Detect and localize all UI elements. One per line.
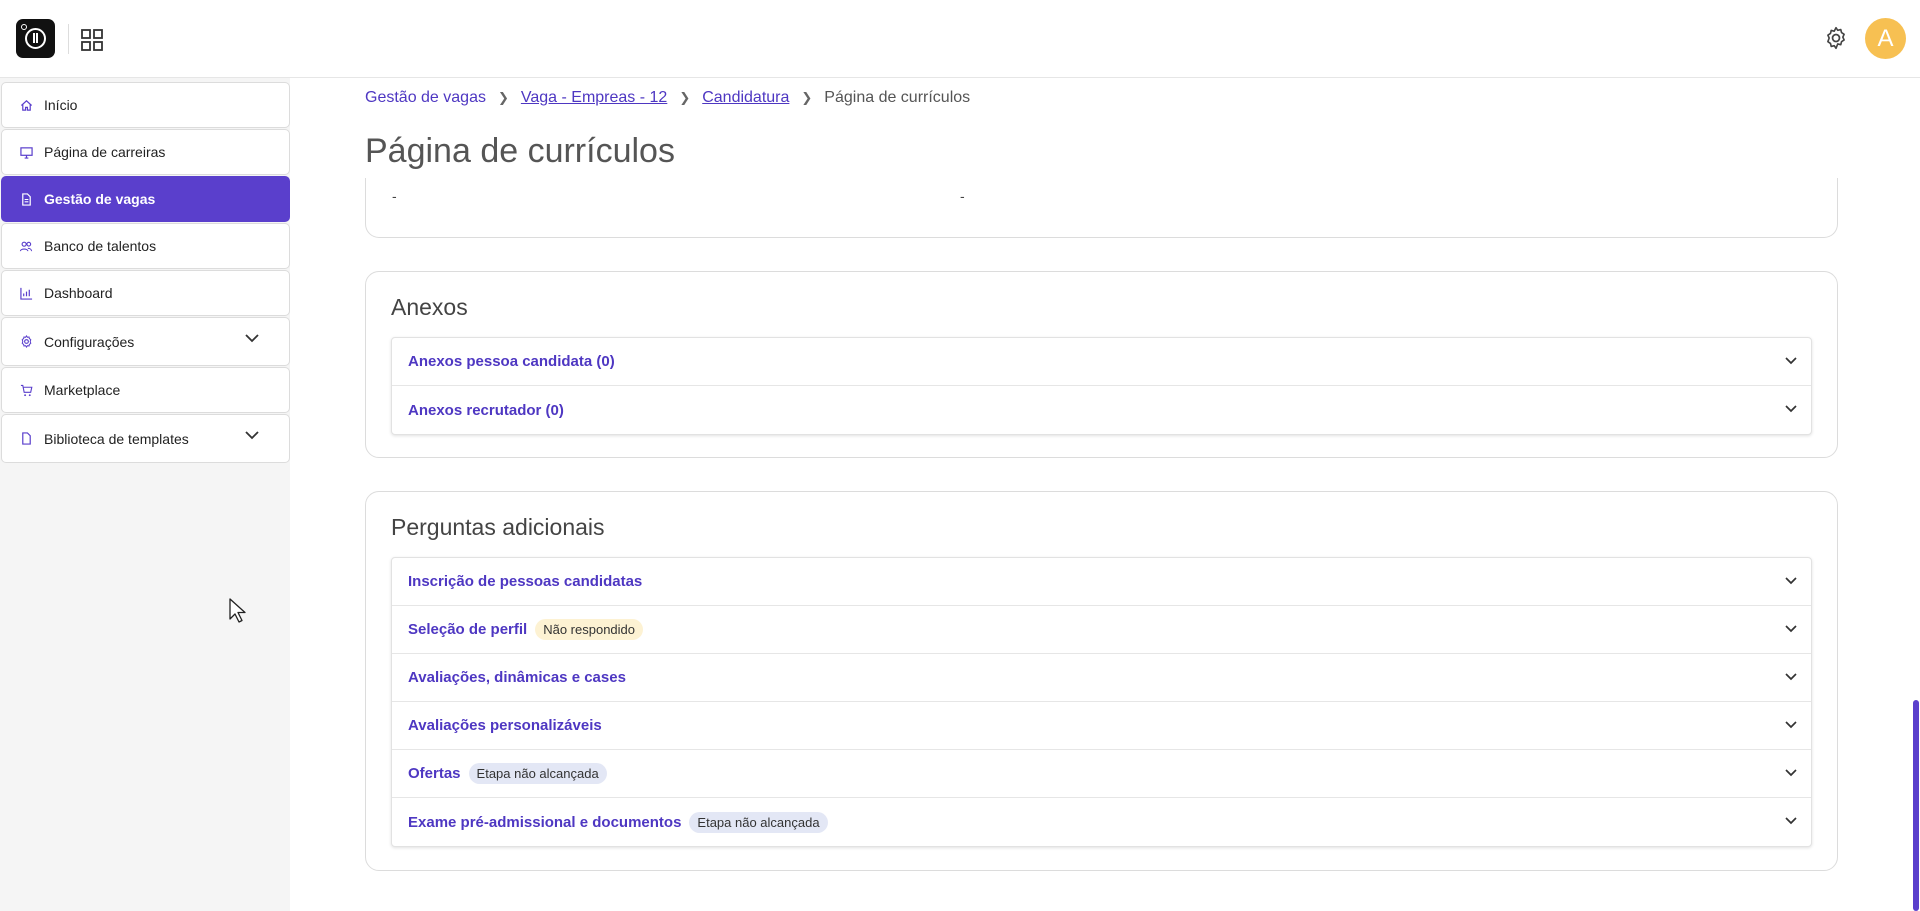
- breadcrumb-link-vaga[interactable]: Vaga - Empreas - 12: [521, 89, 667, 107]
- accordion-label: Seleção de perfil: [408, 621, 528, 638]
- accordion-label: Anexos recrutador (0): [408, 401, 564, 419]
- chevron-down-icon: [1785, 673, 1797, 681]
- breadcrumb-current: Página de currículos: [824, 89, 971, 106]
- chevron-down-icon: [1785, 577, 1797, 585]
- sidebar-item-label: Página de carreiras: [44, 144, 166, 160]
- chevron-down-icon: [1785, 817, 1797, 825]
- sidebar-item-configuracoes[interactable]: Configurações: [1, 317, 290, 366]
- gear-icon: [19, 335, 33, 349]
- sidebar-item-marketplace[interactable]: Marketplace: [1, 367, 290, 413]
- chevron-down-icon: [1785, 769, 1797, 777]
- page-scrollbar-thumb[interactable]: [1913, 700, 1919, 911]
- accordion-inscricao[interactable]: Inscrição de pessoas candidatas: [392, 558, 1811, 606]
- anexos-card: Anexos Anexos pessoa candidata (0) Anexo…: [365, 271, 1838, 458]
- sidebar-item-label: Configurações: [44, 333, 135, 350]
- perguntas-card: Perguntas adicionais Inscrição de pessoa…: [365, 491, 1838, 871]
- accordion-anexos-recrutador[interactable]: Anexos recrutador (0): [392, 386, 1811, 434]
- sidebar: Início Página de carreiras Gestão de vag…: [0, 78, 290, 911]
- accordion-anexos-candidata[interactable]: Anexos pessoa candidata (0): [392, 338, 1811, 386]
- accordion-label: Avaliações personalizáveis: [408, 717, 602, 734]
- chevron-down-icon: [1785, 357, 1797, 365]
- anexos-accordion: Anexos pessoa candidata (0) Anexos recru…: [391, 337, 1812, 435]
- info-value-left: -: [392, 188, 397, 204]
- sidebar-item-label: Banco de talentos: [44, 238, 157, 254]
- status-badge: Etapa não alcançada: [689, 811, 828, 833]
- file-icon: [19, 432, 33, 446]
- accordion-label: Ofertas: [408, 765, 461, 782]
- accordion-label: Exame pré-admissional e documentos: [408, 813, 682, 831]
- info-card: - -: [365, 178, 1838, 238]
- monitor-icon: [19, 145, 33, 159]
- chevron-down-icon: [1785, 405, 1797, 413]
- chart-icon: [19, 286, 33, 300]
- accordion-selecao-perfil[interactable]: Seleção de perfil Não respondido: [392, 606, 1811, 654]
- accordion-ofertas[interactable]: Ofertas Etapa não alcançada: [392, 750, 1811, 798]
- accordion-avaliacoes-personalizaveis[interactable]: Avaliações personalizáveis: [392, 702, 1811, 750]
- cart-icon: [19, 383, 33, 397]
- top-bar: A: [0, 0, 1920, 78]
- sidebar-item-label: Início: [44, 97, 78, 113]
- sidebar-item-dashboard[interactable]: Dashboard: [1, 270, 290, 316]
- anexos-title: Anexos: [391, 294, 468, 320]
- accordion-label: Avaliações, dinâmicas e cases: [408, 669, 626, 686]
- home-icon: [19, 98, 33, 112]
- chevron-down-icon[interactable]: [245, 334, 259, 343]
- accordion-label: Inscrição de pessoas candidatas: [408, 573, 643, 590]
- accordion-avaliacoes-dinamicas[interactable]: Avaliações, dinâmicas e cases: [392, 654, 1811, 702]
- settings-gear-icon[interactable]: [1823, 25, 1849, 51]
- main-content: Gestão de vagas ❯ Vaga - Empreas - 12 ❯ …: [290, 78, 1920, 911]
- breadcrumb: Gestão de vagas ❯ Vaga - Empreas - 12 ❯ …: [365, 89, 970, 107]
- mouse-cursor-icon: [229, 598, 246, 623]
- sidebar-item-biblioteca-templates[interactable]: Biblioteca de templates: [1, 414, 290, 463]
- sidebar-item-label: Marketplace: [44, 382, 121, 398]
- sidebar-item-label: Biblioteca de templates: [44, 430, 189, 447]
- document-icon: [19, 192, 33, 206]
- user-avatar[interactable]: A: [1865, 18, 1906, 59]
- apps-grid-icon[interactable]: [81, 29, 103, 51]
- perguntas-accordion: Inscrição de pessoas candidatas Seleção …: [391, 557, 1812, 847]
- sidebar-item-gestao-vagas[interactable]: Gestão de vagas: [1, 176, 290, 222]
- breadcrumb-chevron-icon: ❯: [497, 90, 509, 105]
- header-divider: [68, 24, 69, 54]
- perguntas-title: Perguntas adicionais: [391, 514, 605, 540]
- accordion-exame-admissional[interactable]: Exame pré-admissional e documentos Etapa…: [392, 798, 1811, 846]
- chevron-down-icon[interactable]: [245, 431, 259, 440]
- sidebar-item-label: Dashboard: [44, 285, 113, 301]
- sidebar-item-banco-talentos[interactable]: Banco de talentos: [1, 223, 290, 269]
- accordion-label: Anexos pessoa candidata (0): [408, 353, 615, 370]
- breadcrumb-chevron-icon: ❯: [679, 90, 691, 105]
- status-badge: Não respondido: [535, 619, 644, 640]
- breadcrumb-link-candidatura[interactable]: Candidatura: [702, 89, 789, 107]
- app-logo[interactable]: [16, 19, 55, 58]
- page-title: Página de currículos: [365, 132, 675, 170]
- status-badge: Etapa não alcançada: [468, 763, 607, 784]
- breadcrumb-link-gestao-vagas[interactable]: Gestão de vagas: [365, 89, 486, 107]
- sidebar-item-pagina-carreiras[interactable]: Página de carreiras: [1, 129, 290, 175]
- chevron-down-icon: [1785, 721, 1797, 729]
- breadcrumb-chevron-icon: ❯: [801, 90, 813, 105]
- sidebar-item-inicio[interactable]: Início: [1, 82, 290, 128]
- info-value-right: -: [960, 188, 965, 204]
- people-icon: [19, 239, 33, 253]
- sidebar-item-label: Gestão de vagas: [44, 191, 156, 207]
- chevron-down-icon: [1785, 625, 1797, 633]
